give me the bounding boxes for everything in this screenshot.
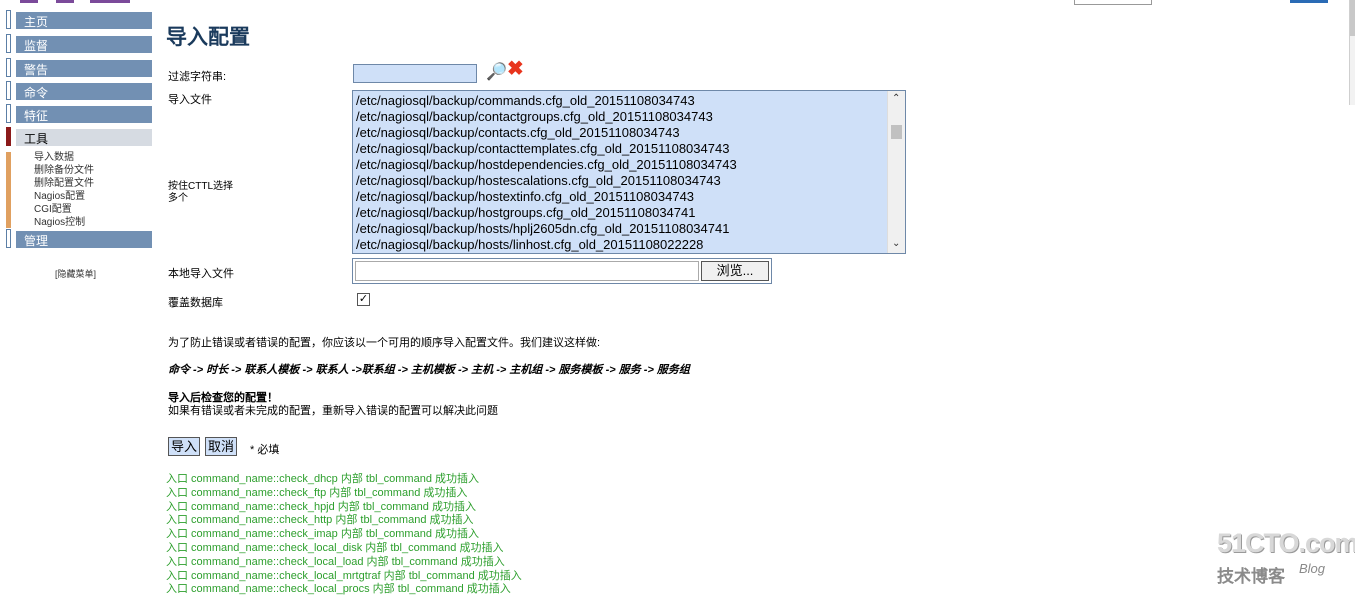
list-item[interactable]: /etc/nagiosql/backup/hosts/linhost.cfg_o…	[356, 237, 703, 253]
import-order: 命令 -> 时长 -> 联系人模板 -> 联系人 ->联系组 -> 主机模板 -…	[168, 364, 690, 376]
local-file-path[interactable]	[355, 261, 699, 281]
filter-input[interactable]	[353, 64, 477, 83]
watermark-blog: Blog	[1299, 561, 1326, 576]
list-item[interactable]: /etc/nagiosql/backup/contacttemplates.cf…	[356, 141, 729, 157]
sidebar-item-monitor[interactable]: 监督	[6, 34, 152, 53]
log-line: 入口 command_name::check_dhcp 内部 tbl_comma…	[166, 473, 480, 485]
order-note: 为了防止错误或者错误的配置，你应该以一个可用的顺序导入配置文件。我们建议这样做:	[168, 337, 601, 349]
submenu-nagios-control[interactable]: Nagios控制	[34, 217, 85, 229]
list-item[interactable]: /etc/nagiosql/backup/hostextinfo.cfg_old…	[356, 189, 694, 205]
list-item[interactable]: /etc/nagiosql/backup/commands.cfg_old_20…	[356, 93, 695, 109]
filter-label: 过滤字符串:	[168, 71, 227, 83]
page-scrollbar[interactable]	[1349, 0, 1355, 105]
import-file-label: 导入文件	[168, 94, 212, 106]
log-line: 入口 command_name::check_local_mrtgtraf 内部…	[166, 569, 522, 582]
log-line: 入口 command_name::check_local_load 内部 tbl…	[166, 555, 505, 568]
import-log: 入口 command_name::check_dhcp 内部 tbl_comma…	[166, 473, 522, 597]
overwrite-checkbox[interactable]: ✓	[357, 293, 370, 306]
sidebar-item-label: 管理	[24, 234, 49, 248]
list-item[interactable]: /etc/nagiosql/backup/hostdependencies.cf…	[356, 157, 737, 173]
watermark: 51CTO.com 技术博客 Blog	[1217, 528, 1355, 588]
chevron-up-icon[interactable]: ⌃	[892, 93, 900, 104]
sidebar-item-admin[interactable]: 管理	[6, 229, 152, 248]
log-line: 入口 command_name::check_hpjd 内部 tbl_comma…	[166, 500, 476, 513]
list-item[interactable]: /etc/nagiosql/backup/hostgroups.cfg_old_…	[356, 205, 695, 221]
list-item[interactable]: /etc/nagiosql/backup/hostescalations.cfg…	[356, 173, 721, 189]
sidebar-item-commands[interactable]: 命令	[6, 81, 152, 100]
list-item[interactable]: /etc/nagiosql/backup/contacts.cfg_old_20…	[356, 125, 680, 141]
submenu-delete-backup[interactable]: 删除备份文件	[34, 165, 94, 177]
submenu-nagios-config[interactable]: Nagios配置	[34, 191, 85, 203]
sidebar-item-label: 主页	[24, 15, 49, 29]
log-line: 入口 command_name::check_http 内部 tbl_comma…	[166, 514, 474, 527]
import-file-listbox[interactable]: /etc/nagiosql/backup/commands.cfg_old_20…	[352, 90, 906, 254]
chevron-down-icon[interactable]: ⌄	[892, 238, 900, 249]
watermark-subtitle: 技术博客	[1217, 567, 1285, 586]
list-item[interactable]: /etc/nagiosql/backup/hosts/hplj2605dn.cf…	[356, 221, 729, 237]
hide-menu-link[interactable]: [隐藏菜单]	[55, 267, 96, 280]
sidebar-item-label: 特征	[24, 109, 49, 123]
submenu-cgi-config[interactable]: CGI配置	[34, 204, 72, 216]
list-item[interactable]: /etc/nagiosql/backup/contactgroups.cfg_o…	[356, 109, 713, 125]
sidebar-item-label: 命令	[24, 86, 49, 100]
log-line: 入口 command_name::check_ftp 内部 tbl_comman…	[166, 486, 468, 499]
submenu-import-data[interactable]: 导入数据	[34, 152, 74, 164]
submenu-delete-config[interactable]: 删除配置文件	[34, 178, 94, 190]
sidebar-item-label: 监督	[24, 39, 49, 53]
log-line: 入口 command_name::check_local_procs 内部 tb…	[166, 583, 511, 596]
page-title: 导入配置	[166, 26, 250, 49]
sidebar-item-label: 工具	[24, 132, 49, 146]
clear-icon[interactable]: ✖	[507, 59, 524, 79]
sidebar-item-alarm[interactable]: 警告	[6, 58, 152, 77]
sidebar-item-label: 警告	[24, 63, 49, 77]
search-icon[interactable]: 🔎	[486, 63, 507, 80]
browse-button[interactable]: 浏览...	[701, 261, 769, 281]
watermark-logo: 51CTO.com	[1217, 528, 1355, 558]
local-file-input[interactable]: 浏览...	[352, 258, 772, 284]
top-button[interactable]	[1290, 0, 1328, 3]
ctrl-hint-line2: 多个	[168, 193, 188, 204]
overwrite-label: 覆盖数据库	[168, 297, 223, 309]
sidebar-item-tools[interactable]: 工具	[6, 127, 152, 146]
log-line: 入口 command_name::check_local_disk 内部 tbl…	[166, 541, 504, 554]
cancel-button[interactable]: 取消	[205, 437, 238, 456]
required-note: * 必填	[250, 444, 280, 456]
listbox-scrollbar[interactable]: ⌃ ⌄	[887, 91, 905, 253]
sidebar-item-specials[interactable]: 特征	[6, 104, 152, 123]
local-file-label: 本地导入文件	[168, 268, 234, 280]
check-text: 如果有错误或者未完成的配置，重新导入错误的配置可以解决此问题	[168, 405, 498, 417]
sidebar-item-home[interactable]: 主页	[6, 10, 152, 29]
log-line: 入口 command_name::check_imap 内部 tbl_comma…	[166, 528, 479, 541]
top-box	[1074, 0, 1152, 5]
top-strip	[0, 0, 140, 4]
import-button[interactable]: 导入	[168, 437, 201, 456]
